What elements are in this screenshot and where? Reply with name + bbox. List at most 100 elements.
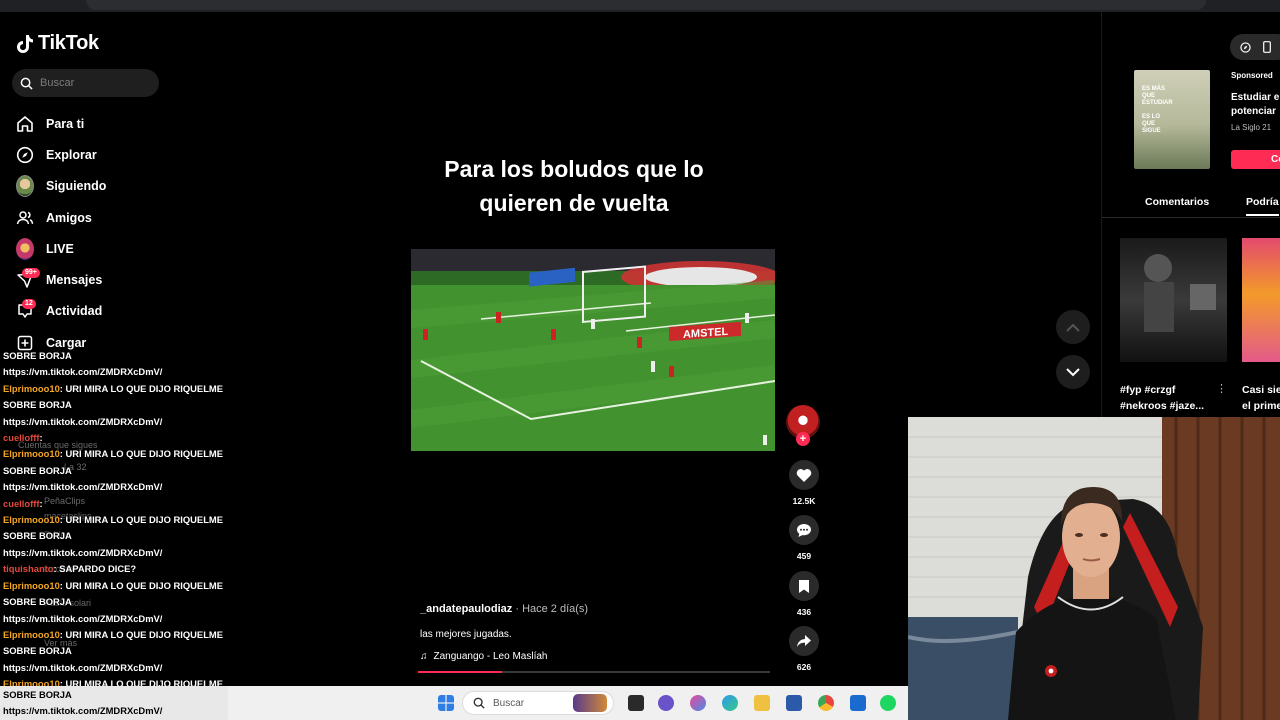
chat-text: : URI MIRA LO QUE DIJO RIQUELME: [59, 448, 223, 460]
previous-video-button[interactable]: [1056, 310, 1090, 344]
chrome-icon[interactable]: [818, 695, 834, 711]
nav-live[interactable]: LIVE: [16, 233, 106, 264]
video-thumbnail[interactable]: [1120, 238, 1227, 362]
nav-label: Mensajes: [46, 273, 103, 288]
share-button[interactable]: [789, 626, 819, 656]
comment-icon: [797, 523, 811, 537]
address-bar[interactable]: [86, 0, 1206, 10]
video-player[interactable]: AMSTEL: [411, 249, 775, 451]
search-box[interactable]: [12, 69, 159, 97]
video-music[interactable]: ♫ Zanguango - Leo Maslíah: [420, 651, 547, 662]
search-input[interactable]: [40, 77, 140, 89]
chat-text: SOBRE BORJA: [3, 399, 72, 411]
outlook-icon[interactable]: [850, 695, 866, 711]
comment-count: 459: [796, 551, 812, 561]
chevron-up-icon: [1066, 323, 1080, 332]
nav-friends[interactable]: Amigos: [16, 202, 106, 233]
nav-following[interactable]: Siguiendo: [16, 171, 106, 202]
music-note-icon: ♫: [420, 651, 428, 662]
chat-message: https://vm.tiktok.com/ZMDRXcDmV/: [3, 364, 233, 380]
ad-title[interactable]: Estudiar e potenciar: [1231, 91, 1280, 119]
store-icon[interactable]: [786, 695, 802, 711]
chat-message: https://vm.tiktok.com/ZMDRXcDmV/: [3, 414, 233, 430]
nav-label: LIVE: [46, 241, 74, 256]
chat-text: : URI MIRA LO QUE DIJO RIQUELME: [59, 382, 223, 394]
following-avatar-icon: [16, 175, 34, 198]
chat-username: Elprimooo10: [3, 579, 60, 591]
taskbar-search[interactable]: Buscar: [462, 691, 614, 715]
friends-icon: [16, 209, 34, 227]
chat-message: Elprimooo10: URI MIRA LO QUE DIJO RIQUEL…: [3, 627, 233, 643]
windows-start-icon[interactable]: [438, 695, 454, 711]
edge-icon[interactable]: [722, 695, 738, 711]
teams-icon[interactable]: [658, 695, 674, 711]
video-progress-bar[interactable]: [418, 671, 770, 673]
browser-top-strip: [0, 0, 1280, 12]
chat-message: Elprimooo10: URI MIRA LO QUE DIJO RIQUEL…: [3, 381, 233, 397]
chat-username: Elprimooo10: [3, 514, 60, 526]
chat-message: https://vm.tiktok.com/ZMDRXcDmV/: [3, 479, 233, 495]
video-description: las mejores jugadas.: [420, 629, 512, 640]
ad-thumb-text: QUE: [1142, 121, 1156, 127]
nav-label: Explorar: [46, 147, 97, 162]
messages-badge: 99+: [22, 268, 40, 279]
app-name: TikTok: [38, 32, 99, 54]
comment-button[interactable]: [789, 515, 819, 545]
chat-message: tiquishanto: SAPARDO DICE?: [3, 561, 233, 577]
thumbnail-caption[interactable]: Casi sie el prime: [1242, 382, 1280, 414]
ad-thumb-text: ES LO: [1142, 114, 1161, 120]
tiktok-logo[interactable]: TikTok: [16, 32, 99, 55]
like-button[interactable]: [789, 460, 819, 490]
nav-label: Actividad: [46, 304, 103, 319]
video-author[interactable]: _andatepaulodiaz: [420, 603, 512, 615]
chat-message: cuellofff:: [3, 430, 233, 446]
nav-activity[interactable]: 12 Actividad: [16, 296, 106, 327]
streamer-webcam-image: [908, 417, 1280, 720]
nav-explore[interactable]: Explorar: [16, 139, 106, 170]
top-controls-pill: [1230, 34, 1280, 60]
sponsored-label: Sponsored: [1231, 71, 1273, 80]
main-nav: Para ti Explorar Siguiendo Amigos LIVE 9…: [16, 108, 106, 358]
more-options-icon[interactable]: ⋮: [1216, 382, 1227, 395]
video-thumbnail[interactable]: [1242, 238, 1280, 362]
compass-small-icon[interactable]: [1240, 41, 1251, 53]
chat-username: cuellofff: [3, 432, 40, 444]
windows-taskbar: Buscar: [228, 686, 908, 720]
tab-you-may-like[interactable]: Podría: [1246, 196, 1279, 216]
copilot-icon[interactable]: [690, 695, 706, 711]
thumbnail-art: [1144, 254, 1216, 332]
tiktok-note-icon: [17, 34, 33, 53]
follow-plus-icon[interactable]: +: [796, 432, 810, 446]
nav-label: Siguiendo: [46, 179, 107, 194]
chat-message: SOBRE BORJA: [3, 689, 72, 700]
ad-thumbnail[interactable]: ES MÁS QUE ESTUDIAR ES LO QUE SIGUE: [1134, 70, 1210, 169]
search-highlight-icon: [573, 694, 607, 712]
nav-messages[interactable]: 99+ Mensajes: [16, 264, 106, 295]
save-button[interactable]: [789, 571, 819, 601]
ad-title-line: potenciar: [1231, 106, 1277, 117]
spotify-icon[interactable]: [880, 695, 896, 711]
stream-chat-overlay: SOBRE BORJA https://vm.tiktok.com/ZMDRXcD…: [3, 348, 233, 693]
ad-cta-button[interactable]: Con: [1231, 150, 1280, 169]
caption-line: #fyp #crzgf: [1120, 384, 1176, 396]
thumbnail-caption[interactable]: #fyp #crzgf #nekroos #jaze...: [1120, 382, 1204, 414]
task-view-icon[interactable]: [628, 695, 644, 711]
next-video-button[interactable]: [1056, 355, 1090, 389]
tab-comments[interactable]: Comentarios: [1145, 196, 1209, 208]
video-author-row: _andatepaulodiaz · Hace 2 día(s): [420, 603, 588, 615]
live-icon: [16, 237, 34, 260]
nav-for-you[interactable]: Para ti: [16, 108, 106, 139]
bookmark-icon: [799, 579, 809, 593]
share-action: 626: [786, 626, 822, 672]
chat-text: SOBRE BORJA: [3, 530, 72, 542]
caption-line: quieren de vuelta: [479, 190, 669, 216]
chevron-down-icon: [1066, 367, 1080, 376]
chat-text: : URI MIRA LO QUE DIJO RIQUELME: [59, 579, 223, 591]
search-icon: [20, 77, 33, 90]
file-explorer-icon[interactable]: [754, 695, 770, 711]
video-caption: Para los boludos que lo quieren de vuelt…: [380, 152, 768, 220]
activity-badge: 12: [22, 299, 36, 310]
phone-icon[interactable]: [1263, 41, 1271, 53]
chat-text: https://vm.tiktok.com/ZMDRXcDmV/: [3, 366, 163, 378]
caption-line: el prime: [1242, 400, 1280, 412]
